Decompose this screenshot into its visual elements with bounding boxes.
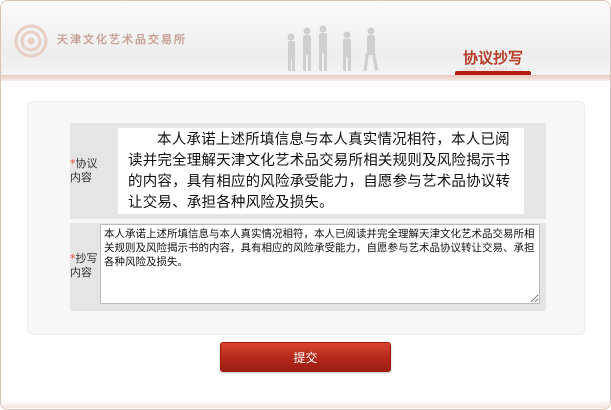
header: 天津文化艺术品交易所 协议抄写 协议抄写 [1,1,610,79]
logo-text: 天津文化艺术品交易所 [57,33,187,46]
page-title: 协议抄写 [462,49,523,67]
copy-content-textarea[interactable]: 本人承诺上述所填信息与本人真实情况相符，本人已阅读并完全理解天津文化艺术品交易所… [100,224,540,304]
agreement-text: 本人承诺上述所填信息与本人真实情况相符，本人已阅读并完全理解天津文化艺术品交易所… [128,132,511,211]
page-title-tab: 协议抄写 协议抄写 [443,41,543,77]
agreement-form-panel: *协议内容 本人承诺上述所填信息与本人真实情况相符，本人已阅读并完全理解天津文化… [27,101,585,335]
footer-band [1,400,610,408]
people-silhouettes-icon [287,25,379,72]
logo: 天津文化艺术品交易所 [13,23,185,58]
exchange-logo-icon [14,24,48,58]
submit-button[interactable]: 提交 [220,342,391,372]
page-frame: 天津文化艺术品交易所 协议抄写 协议抄写 *协议内容 本人承诺上述所填信息与本人… [0,0,611,410]
copy-label: *抄写内容 [70,252,100,280]
agreement-label: *协议内容 [70,157,100,185]
header-divider [1,75,610,81]
agreement-content-box: 本人承诺上述所填信息与本人真实情况相符，本人已阅读并完全理解天津文化艺术品交易所… [118,128,524,214]
